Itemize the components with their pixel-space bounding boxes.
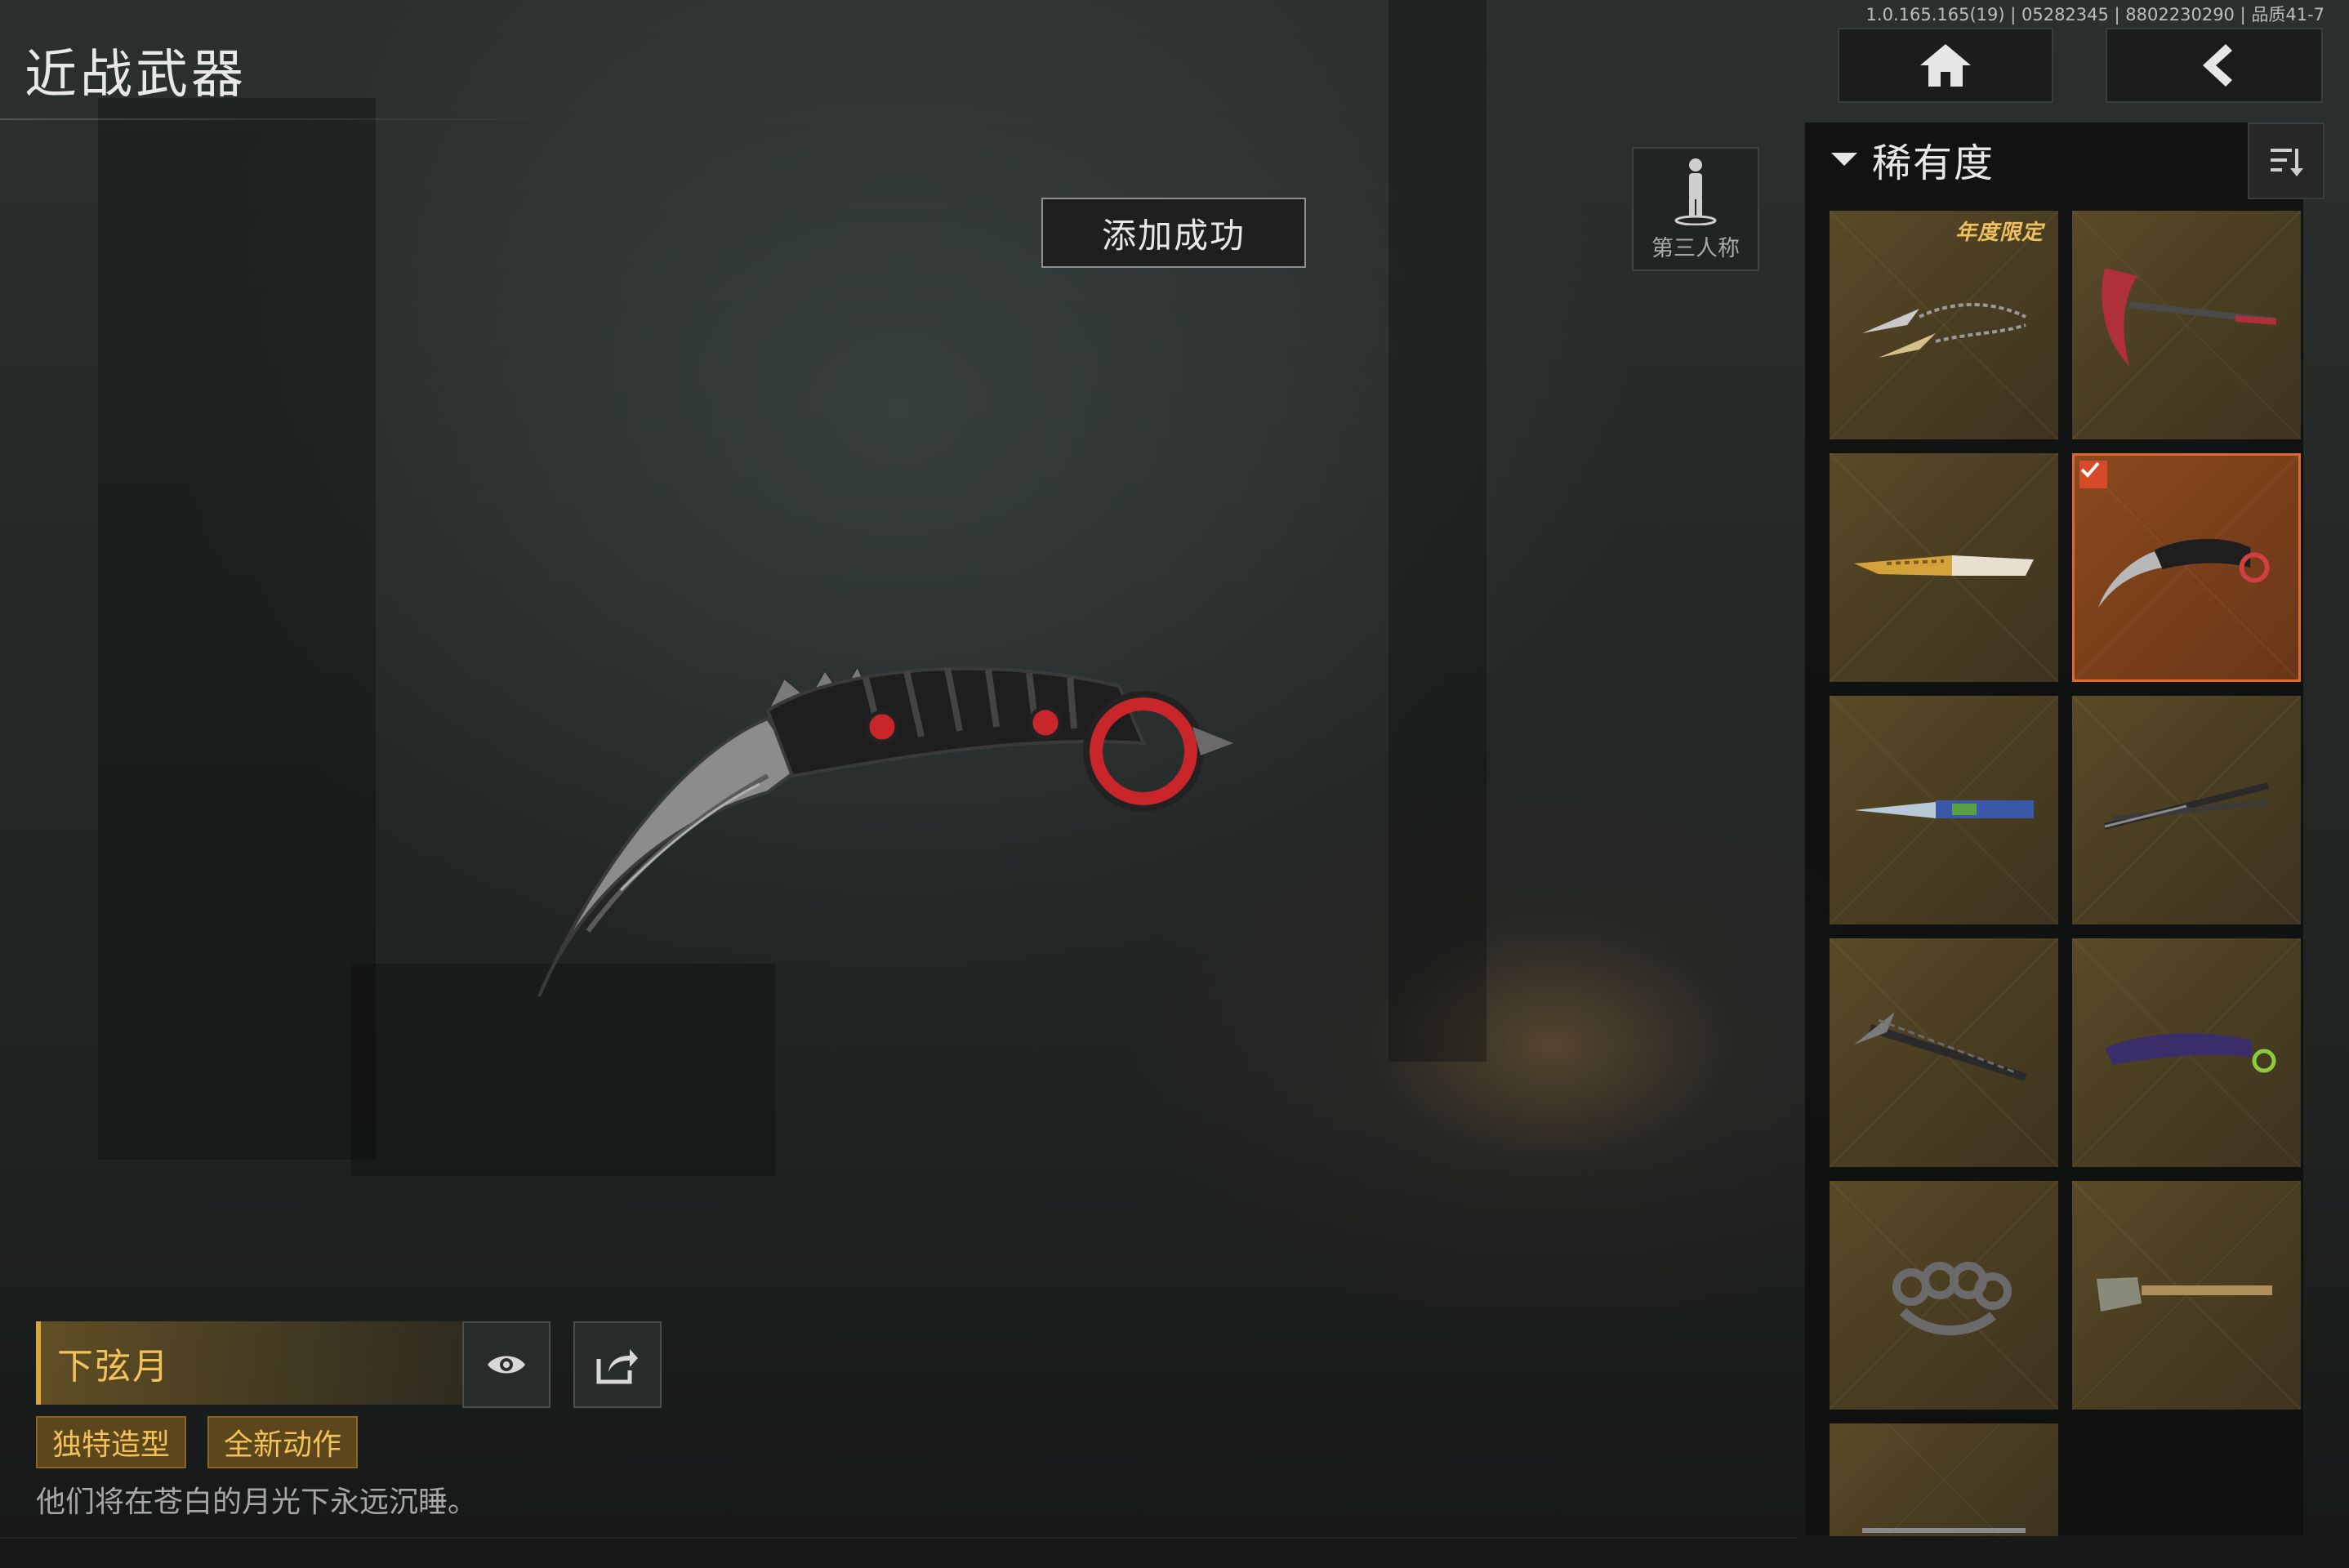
purple-karambit-icon: [2105, 1033, 2276, 1073]
toast-message: 添加成功: [1041, 198, 1306, 268]
home-button[interactable]: [1838, 28, 2053, 103]
red-sickle-icon: [2102, 268, 2277, 366]
person-icon: [1674, 158, 1717, 225]
home-icon: [1920, 44, 1971, 87]
ice-axe-icon: [1854, 1012, 2027, 1081]
page-title: 近战武器: [25, 45, 247, 105]
partial-item-icon: [1862, 1528, 2026, 1533]
ship-silhouette: [98, 98, 376, 1160]
third-person-label: 第三人称: [1651, 235, 1740, 261]
weapon-name-bar: 下弦月: [36, 1321, 466, 1405]
equipped-checkmark: [2079, 461, 2107, 488]
limited-badge: 年度限定: [1955, 220, 2044, 245]
skin-item-purple-karambit[interactable]: [2072, 938, 2301, 1167]
weapon-name: 下弦月: [57, 1346, 170, 1388]
share-icon: [596, 1349, 638, 1384]
back-arrow-icon: [2203, 44, 2232, 87]
skin-item-shovel[interactable]: [2072, 1181, 2301, 1410]
third-person-toggle[interactable]: 第三人称: [1632, 147, 1759, 271]
rarity-label: 稀有度: [1872, 140, 1995, 186]
eye-icon: [488, 1356, 525, 1374]
brass-knuckles-icon: [1892, 1262, 2012, 1336]
back-button[interactable]: [2106, 28, 2323, 103]
bottom-divider: [0, 1537, 1797, 1539]
skin-item-golden-knife[interactable]: [1830, 453, 2058, 682]
weapon-description: 他们将在苍白的月光下永远沉睡。: [36, 1486, 478, 1519]
skin-item-karambit[interactable]: [2072, 453, 2301, 682]
skin-item-blue-dagger[interactable]: [1830, 696, 2058, 924]
skin-item-brass-knuckles[interactable]: [1830, 1181, 2058, 1410]
sort-icon: [2271, 149, 2303, 176]
skin-item-ice-axe[interactable]: [1830, 938, 2058, 1167]
share-button[interactable]: [573, 1321, 662, 1408]
skin-item-red-sickle[interactable]: [2072, 211, 2301, 439]
rarity-filter[interactable]: 稀有度: [1828, 131, 1995, 188]
skin-item-chain-blades[interactable]: 年度限定: [1830, 211, 2058, 439]
tag-unique-shape: 独特造型: [36, 1416, 187, 1468]
tag-new-action: 全新动作: [207, 1416, 359, 1468]
sort-button[interactable]: [2248, 122, 2324, 199]
karambit-knife-model: [537, 662, 1233, 997]
blue-dagger-icon: [1854, 800, 2034, 818]
version-info: 1.0.165.165(19) | 05282345 | 8802230290 …: [1865, 5, 2324, 24]
skin-item-dual-blades[interactable]: [2072, 696, 2301, 924]
golden-knife-icon: [1854, 555, 2034, 576]
preview-button[interactable]: [462, 1321, 550, 1408]
skin-item-partial[interactable]: [1830, 1423, 2058, 1536]
checkmark-icon: [2080, 461, 2100, 478]
karambit-icon: [2098, 538, 2270, 608]
shovel-icon: [2097, 1277, 2272, 1312]
chevron-down-icon: [1831, 153, 1857, 166]
pole-silhouette: [1388, 0, 1487, 1062]
dual-blades-icon: [2104, 782, 2269, 830]
title-divider: [0, 118, 588, 120]
